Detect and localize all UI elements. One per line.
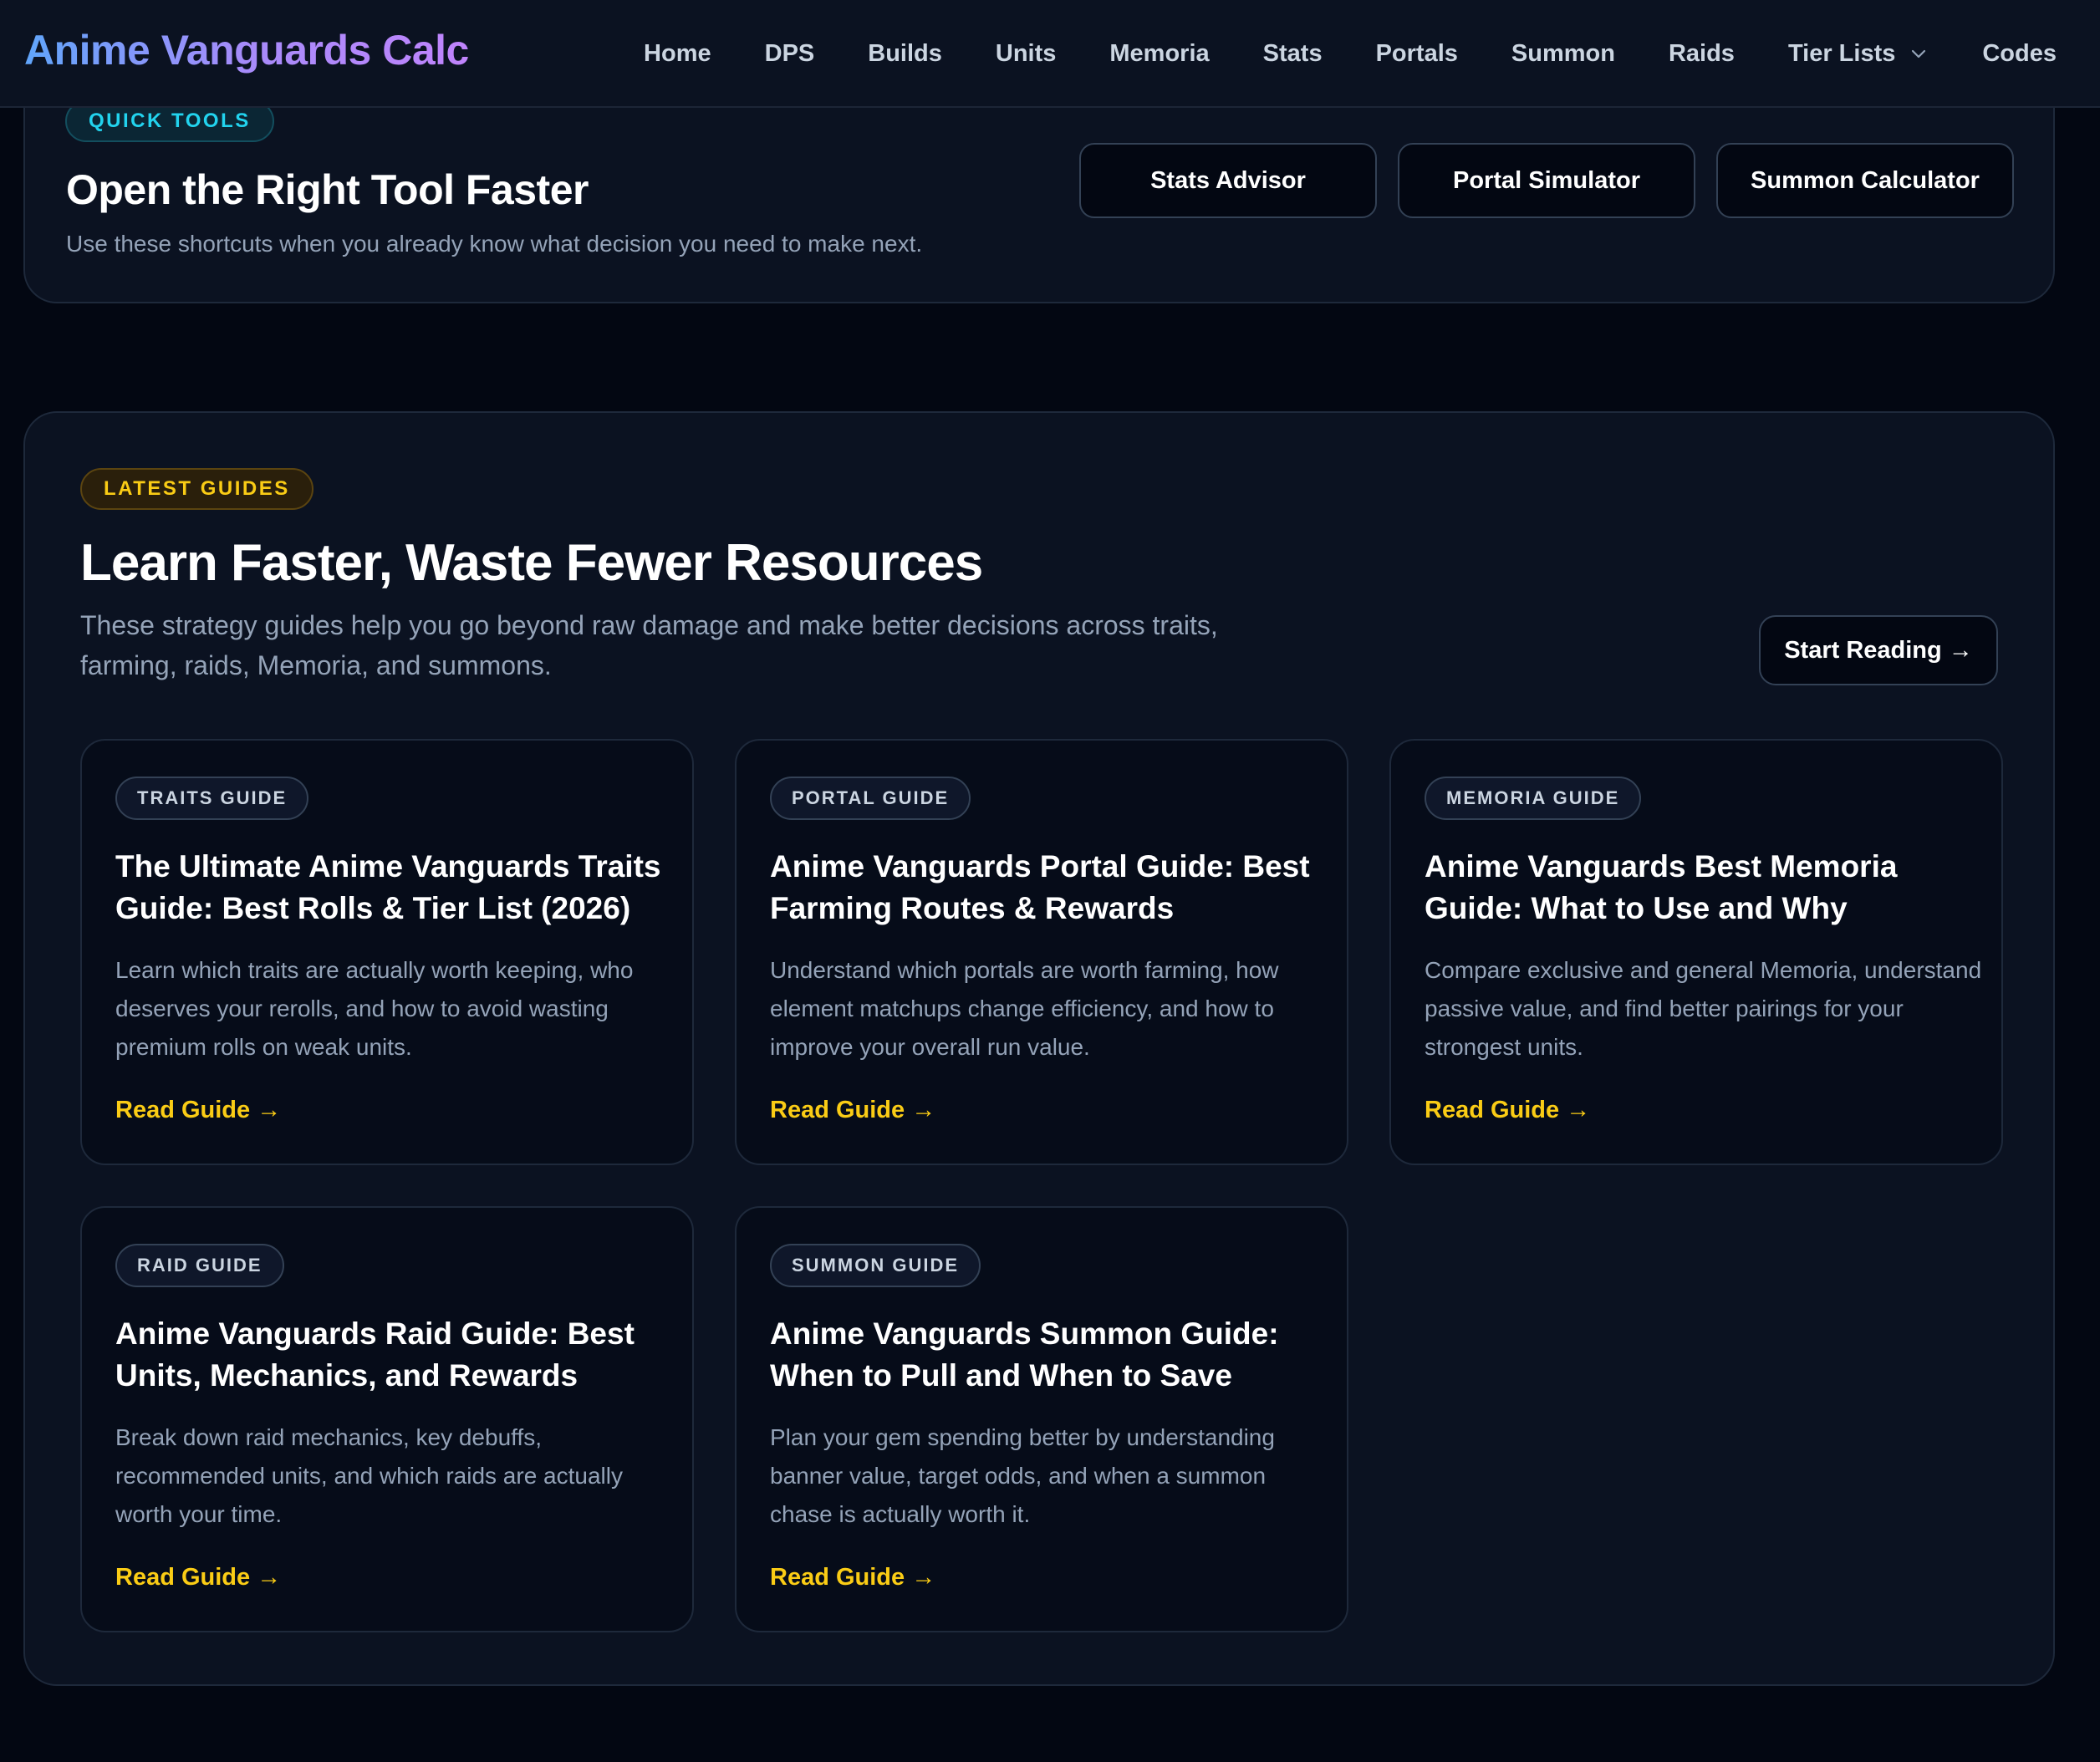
read-guide-link[interactable]: Read Guide → bbox=[115, 1564, 281, 1591]
start-reading-button[interactable]: Start Reading → bbox=[1759, 615, 1998, 685]
guide-card-summon[interactable]: SUMMON GUIDE Anime Vanguards Summon Guid… bbox=[735, 1206, 1348, 1632]
site-logo[interactable]: Anime Vanguards Calc bbox=[24, 25, 469, 75]
summon-calculator-button[interactable]: Summon Calculator bbox=[1716, 143, 2014, 218]
top-navbar: Anime Vanguards Calc Home DPS Builds Uni… bbox=[0, 0, 2100, 108]
card-description: Learn which traits are actually worth ke… bbox=[115, 957, 634, 1060]
nav-dropdown-label: Tier Lists bbox=[1787, 39, 1896, 67]
card-tag: TRAITS GUIDE bbox=[115, 777, 309, 820]
card-tag: PORTAL GUIDE bbox=[770, 777, 971, 820]
latest-guides-badge: LATEST GUIDES bbox=[80, 468, 313, 510]
card-title: Anime Vanguards Best Memoria Guide: What… bbox=[1425, 849, 1898, 925]
read-guide-link[interactable]: Read Guide → bbox=[115, 1097, 281, 1124]
card-description: Understand which portals are worth farmi… bbox=[770, 957, 1279, 1060]
latest-guides-subtitle: These strategy guides help you go beyond… bbox=[80, 610, 1218, 680]
latest-guides-panel: LATEST GUIDES Learn Faster, Waste Fewer … bbox=[23, 411, 2055, 1686]
card-description: Break down raid mechanics, key debuffs, … bbox=[115, 1424, 623, 1527]
nav-link-home[interactable]: Home bbox=[644, 40, 711, 68]
guide-card-raid[interactable]: RAID GUIDE Anime Vanguards Raid Guide: B… bbox=[80, 1206, 694, 1632]
card-title: Anime Vanguards Raid Guide: Best Units, … bbox=[115, 1316, 635, 1393]
read-guide-link[interactable]: Read Guide → bbox=[770, 1097, 935, 1124]
nav-link-dps[interactable]: DPS bbox=[765, 40, 815, 68]
nav-link-memoria[interactable]: Memoria bbox=[1109, 40, 1209, 68]
stats-advisor-button[interactable]: Stats Advisor bbox=[1079, 143, 1377, 218]
card-title: Anime Vanguards Summon Guide: When to Pu… bbox=[770, 1316, 1279, 1393]
portal-simulator-button[interactable]: Portal Simulator bbox=[1398, 143, 1695, 218]
guide-card-memoria[interactable]: MEMORIA GUIDE Anime Vanguards Best Memor… bbox=[1389, 739, 2003, 1165]
nav-link-summon[interactable]: Summon bbox=[1511, 40, 1615, 68]
read-guide-link[interactable]: Read Guide → bbox=[1425, 1097, 1590, 1124]
nav-dropdown-tier-lists[interactable]: Tier Lists bbox=[1788, 40, 1929, 68]
card-tag: RAID GUIDE bbox=[115, 1244, 284, 1287]
read-guide-link[interactable]: Read Guide → bbox=[770, 1564, 935, 1591]
card-description: Compare exclusive and general Memoria, u… bbox=[1425, 957, 1982, 1060]
latest-guides-title: Learn Faster, Waste Fewer Resources bbox=[80, 534, 983, 592]
card-tag: MEMORIA GUIDE bbox=[1425, 777, 1642, 820]
nav-link-stats[interactable]: Stats bbox=[1263, 40, 1323, 68]
nav-links: Home DPS Builds Units Memoria Stats Port… bbox=[644, 33, 2057, 74]
quick-tools-subtitle: Use these shortcuts when you already kno… bbox=[66, 231, 923, 257]
nav-link-units[interactable]: Units bbox=[996, 40, 1057, 68]
chevron-down-icon bbox=[1912, 49, 1926, 59]
guide-card-traits[interactable]: TRAITS GUIDE The Ultimate Anime Vanguard… bbox=[80, 739, 694, 1165]
guide-card-portal[interactable]: PORTAL GUIDE Anime Vanguards Portal Guid… bbox=[735, 739, 1348, 1165]
nav-link-portals[interactable]: Portals bbox=[1376, 40, 1458, 68]
card-tag: SUMMON GUIDE bbox=[770, 1244, 981, 1287]
nav-link-raids[interactable]: Raids bbox=[1669, 40, 1735, 68]
card-description: Plan your gem spending better by underst… bbox=[770, 1424, 1275, 1527]
card-title: The Ultimate Anime Vanguards Traits Guid… bbox=[115, 849, 661, 925]
quick-tools-title: Open the Right Tool Faster bbox=[66, 166, 589, 213]
card-title: Anime Vanguards Portal Guide: Best Farmi… bbox=[770, 849, 1310, 925]
nav-link-builds[interactable]: Builds bbox=[868, 40, 942, 68]
nav-link-codes[interactable]: Codes bbox=[1982, 40, 2057, 68]
